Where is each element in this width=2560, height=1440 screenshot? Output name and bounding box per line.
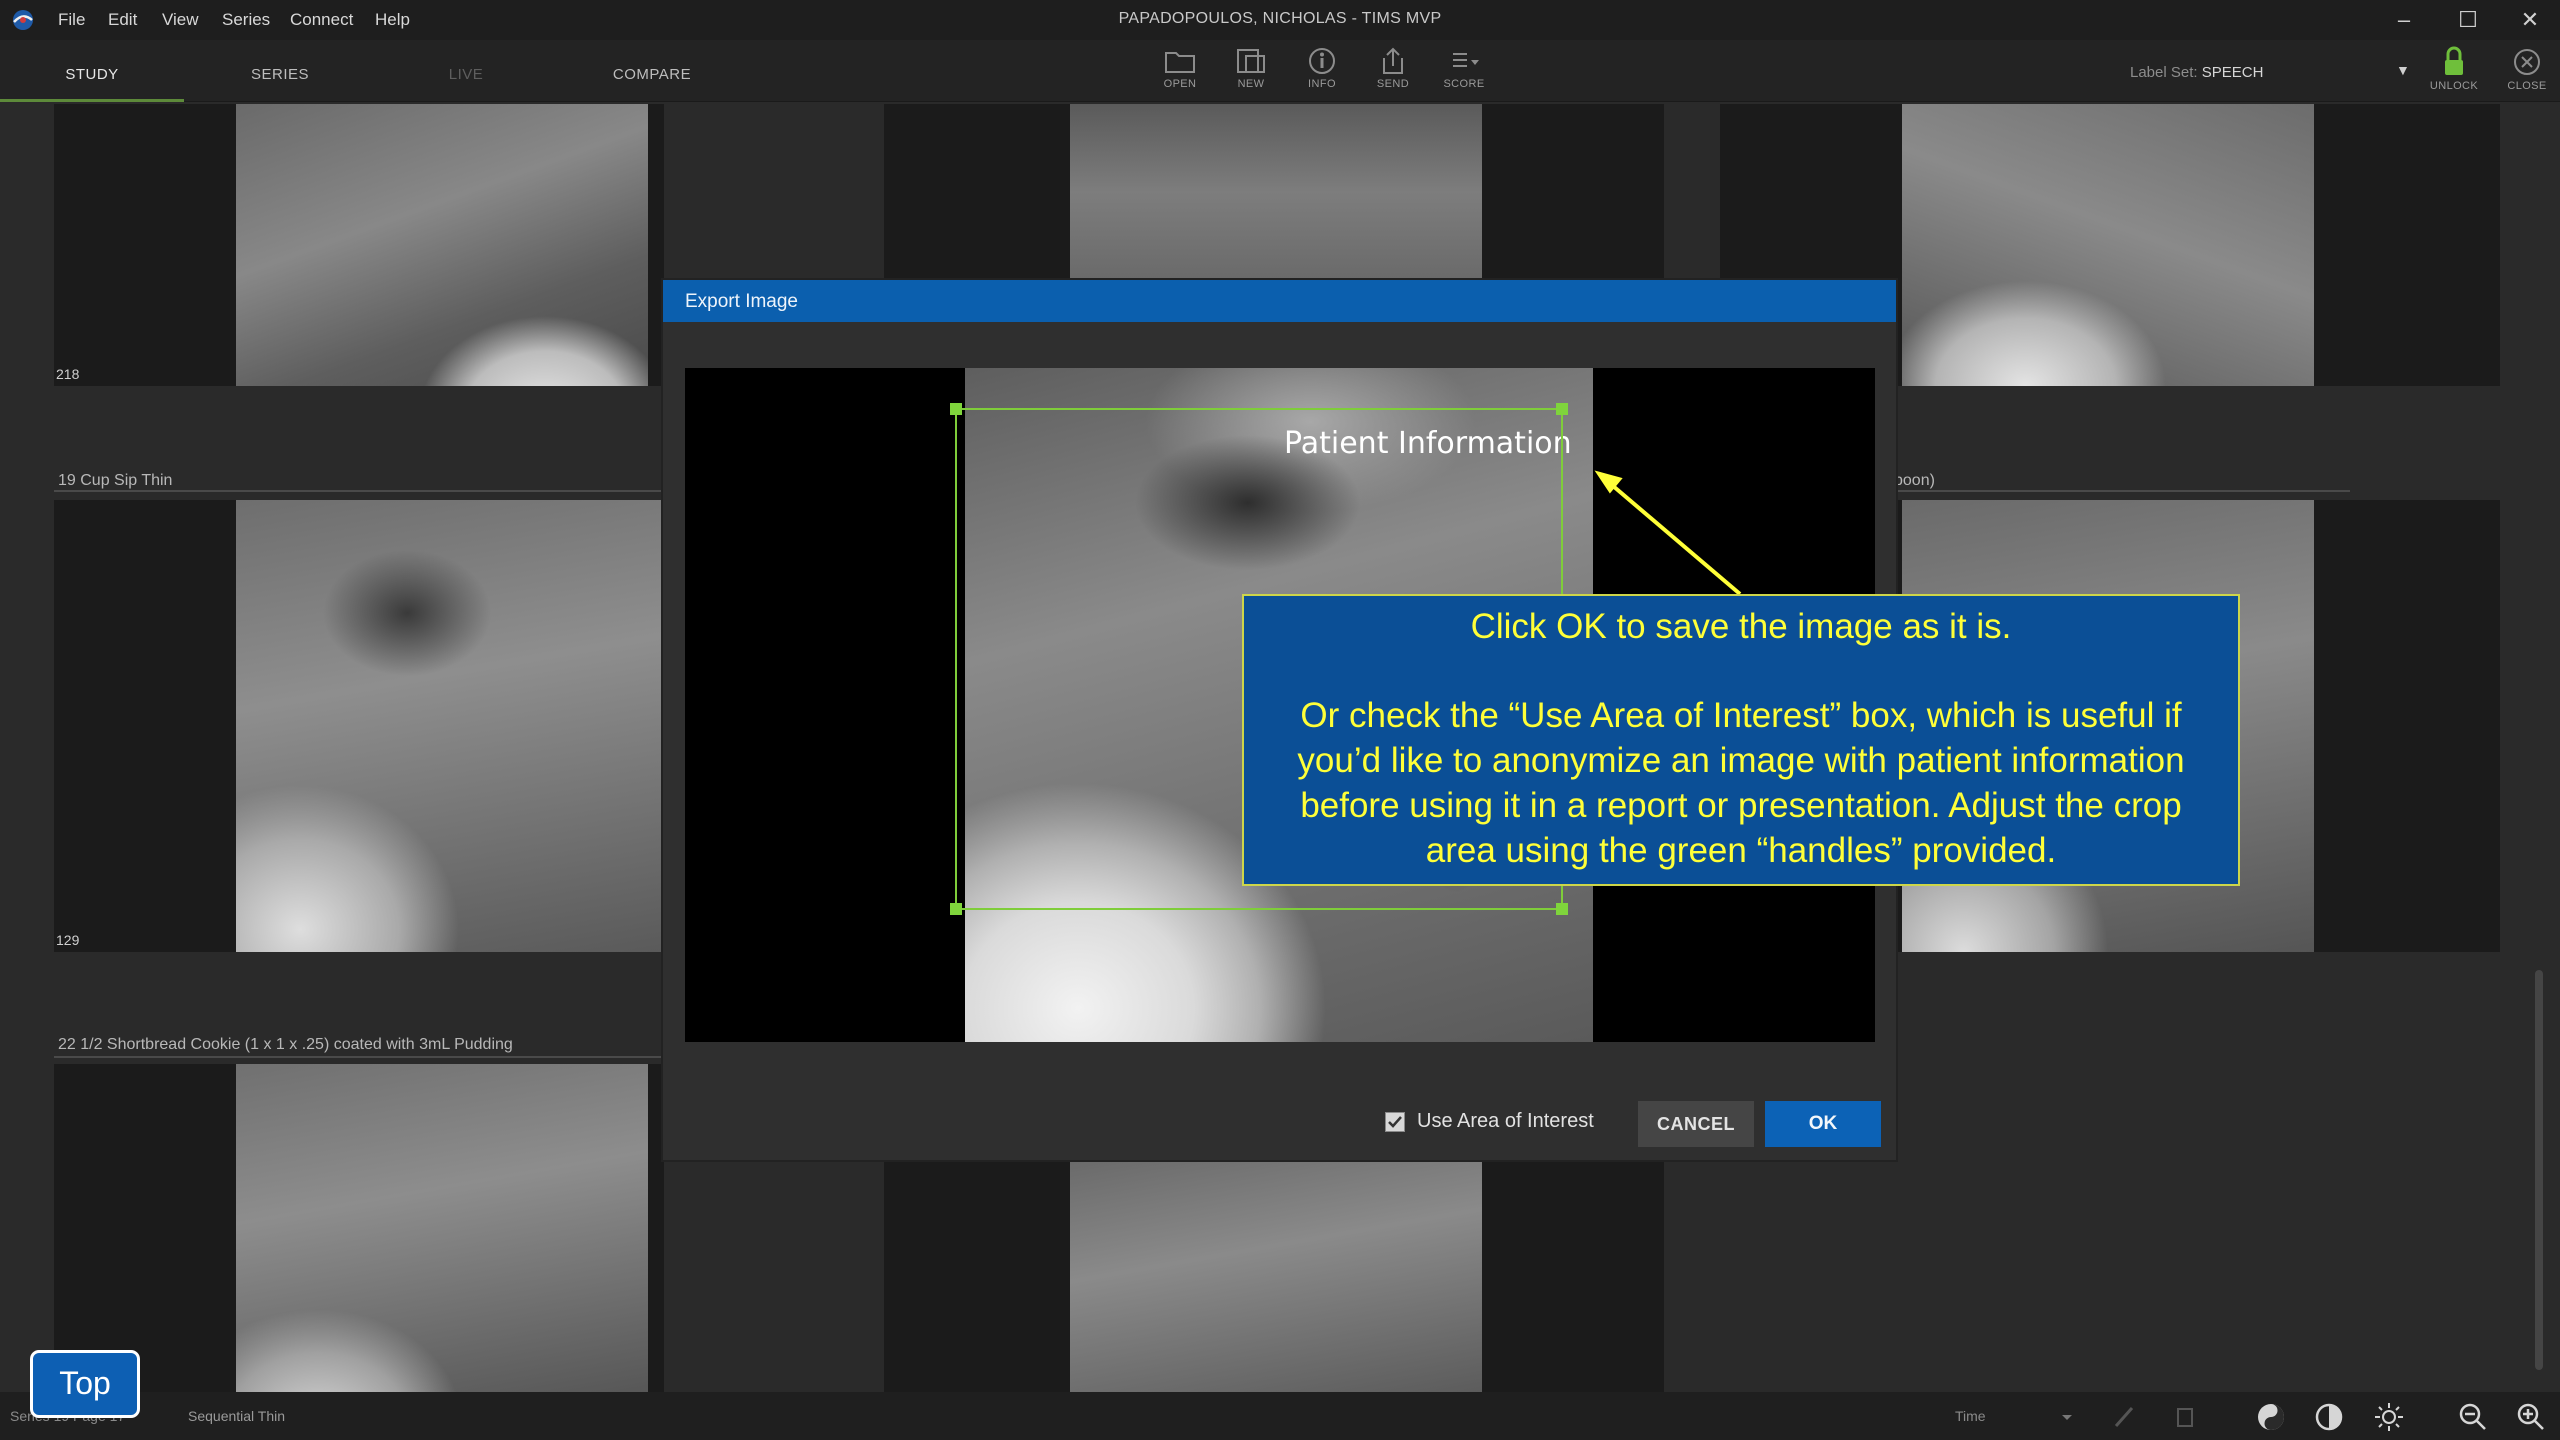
tab-compare[interactable]: COMPARE [562, 66, 742, 83]
label-set-value: SPEECH [2201, 64, 2264, 81]
crop-handle-bottom-left[interactable] [950, 903, 962, 915]
share-icon [1383, 47, 1403, 74]
label-set-selector[interactable]: Label Set: SPEECH [2130, 64, 2263, 81]
cancel-button[interactable]: CANCEL [1638, 1101, 1754, 1147]
label-set-prefix: Label Set: [2130, 64, 2198, 81]
ok-button[interactable]: OK [1765, 1101, 1881, 1147]
tab-live: LIVE [448, 66, 484, 83]
close-window-icon[interactable]: ✕ [2510, 4, 2550, 36]
info-label: INFO [1308, 78, 1336, 90]
score-label: SCORE [1443, 78, 1485, 90]
callout-line-1: Click OK to save the image as it is. [1470, 607, 2012, 646]
chevron-down-icon[interactable]: ▼ [2396, 62, 2410, 78]
xray-image [236, 1064, 648, 1392]
status-bar: Series 19 Page 17 Sequential Thin Time [0, 1392, 2560, 1440]
crop-handle-bottom-right[interactable] [1556, 903, 1568, 915]
open-tool[interactable]: OPEN [1150, 44, 1210, 100]
score-tool[interactable]: SCORE [1434, 44, 1494, 100]
checkmark-icon [1388, 1115, 1402, 1128]
top-button[interactable]: Top [30, 1350, 140, 1418]
new-label: NEW [1237, 78, 1265, 90]
zoom-out-icon[interactable] [2456, 1400, 2490, 1434]
send-tool[interactable]: SEND [1363, 44, 1423, 100]
folder-icon [1165, 52, 1195, 73]
dialog-header: Export Image [663, 280, 1896, 322]
crop-handle-top-left[interactable] [950, 403, 962, 415]
use-area-of-interest-option[interactable]: Use Area of Interest [1385, 1110, 1594, 1133]
frame-number: 129 [56, 932, 80, 948]
series-title: 19 Cup Sip Thin [58, 472, 173, 489]
sort-select[interactable]: Time [1955, 1408, 1986, 1424]
title-bar: File Edit View Series Connect Help PAPAD… [0, 0, 2560, 40]
divider [54, 1056, 664, 1058]
info-icon [1309, 48, 1335, 74]
send-label: SEND [1376, 78, 1410, 90]
new-tool[interactable]: NEW [1221, 44, 1281, 100]
open-label: OPEN [1163, 78, 1197, 90]
unlock-label: UNLOCK [2429, 80, 2479, 92]
main-toolbar: STUDY SERIES LIVE COMPARE OPEN NEW INFO … [0, 40, 2560, 102]
zoom-in-icon[interactable] [2514, 1400, 2548, 1434]
info-tool[interactable]: INFO [1292, 44, 1352, 100]
close-circle-icon [2514, 49, 2540, 75]
chevron-down-icon[interactable] [2050, 1400, 2084, 1434]
lock-icon [2445, 46, 2463, 75]
sequence-mode: Sequential Thin [188, 1408, 286, 1424]
dialog-footer: Use Area of Interest CANCEL OK [663, 1080, 1896, 1160]
xray-image [236, 500, 664, 952]
yin-yang-icon[interactable] [2254, 1400, 2288, 1434]
close-study-tool[interactable]: CLOSE [2497, 44, 2557, 100]
crop-handle-top-right[interactable] [1556, 403, 1568, 415]
tab-study[interactable]: STUDY [2, 66, 182, 83]
vertical-scrollbar[interactable] [2535, 970, 2543, 1370]
frame-number: 218 [56, 366, 80, 382]
window-title: PAPADOPOULOS, NICHOLAS - TIMS MVP [1118, 10, 1442, 27]
active-tab-indicator [0, 99, 184, 102]
score-icon [1453, 53, 1479, 67]
trash-icon[interactable] [2168, 1400, 2202, 1434]
divider [1896, 490, 2350, 492]
maximize-icon[interactable]: ☐ [2448, 4, 2488, 36]
thumbnail[interactable] [884, 1160, 1664, 1392]
series-title: 22 1/2 Shortbread Cookie (1 x 1 x .25) c… [58, 1036, 513, 1053]
divider [54, 490, 664, 492]
xray-image [1070, 1160, 1482, 1392]
xray-image [1902, 104, 2314, 386]
thumbnail[interactable]: 129 [54, 500, 664, 952]
tutorial-callout: Click OK to save the image as it is. Or … [1242, 594, 2240, 886]
tab-series[interactable]: SERIES [190, 66, 370, 83]
contrast-icon[interactable] [2312, 1400, 2346, 1434]
thumbnail[interactable] [884, 104, 1664, 280]
xray-image [1070, 104, 1482, 280]
use-area-of-interest-label: Use Area of Interest [1417, 1110, 1594, 1132]
thumbnail[interactable]: 218 [54, 104, 664, 386]
app-window: File Edit View Series Connect Help PAPAD… [0, 0, 2560, 1440]
xray-image [236, 104, 648, 386]
unlock-tool[interactable]: UNLOCK [2424, 44, 2484, 100]
brightness-icon[interactable] [2372, 1400, 2406, 1434]
callout-line-2: Or check the “Use Area of Interest” box,… [1297, 696, 2185, 870]
minimize-icon[interactable]: – [2384, 4, 2424, 36]
use-area-of-interest-checkbox[interactable] [1385, 1111, 1405, 1132]
dialog-title: Export Image [685, 291, 798, 312]
pencil-icon[interactable] [2108, 1400, 2142, 1434]
close-label: CLOSE [2507, 80, 2547, 92]
thumbnail[interactable] [54, 1064, 664, 1392]
new-study-icon [1237, 49, 1265, 73]
